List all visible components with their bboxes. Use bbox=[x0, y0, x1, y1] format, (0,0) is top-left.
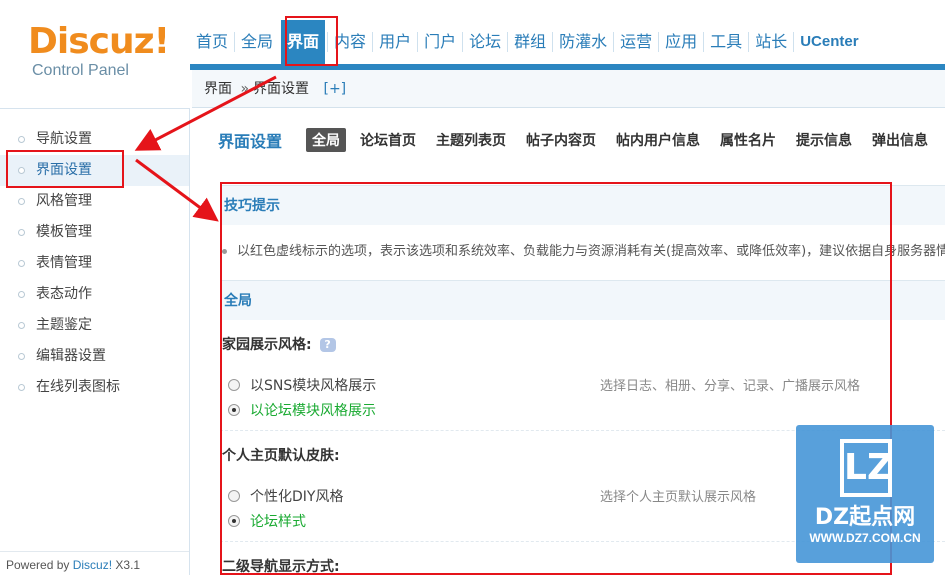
setting-description: 选择个人主页默认展示风格 bbox=[600, 490, 757, 505]
sidebar-item-label: 编辑器设置 bbox=[36, 348, 106, 364]
bullet-icon bbox=[222, 249, 227, 254]
option-sns-style[interactable]: 以SNS模块风格展示 bbox=[228, 375, 376, 395]
bullet-icon bbox=[18, 384, 25, 391]
sidebar-item-editor[interactable]: 编辑器设置 bbox=[0, 341, 189, 372]
nav-operations[interactable]: 运营 bbox=[613, 32, 658, 52]
breadcrumb: 界面 » 界面设置 [+] bbox=[192, 70, 945, 108]
watermark-url: WWW.DZ7.COM.CN bbox=[809, 531, 921, 545]
watermark-name: DZ起点网 bbox=[814, 505, 916, 530]
tab-popup-info[interactable]: 弹出信息 bbox=[872, 130, 928, 150]
sidebar-item-clicks[interactable]: 表态动作 bbox=[0, 279, 189, 310]
option-label: 以论坛模块风格展示 bbox=[250, 403, 376, 419]
tips-header: 技巧提示 bbox=[220, 185, 945, 225]
nav-webmaster[interactable]: 站长 bbox=[748, 32, 793, 52]
breadcrumb-current: 界面设置 bbox=[253, 81, 310, 97]
setting-label: 个人主页默认皮肤: bbox=[222, 448, 340, 464]
section-header-global: 全局 bbox=[220, 280, 945, 320]
nav-content[interactable]: 内容 bbox=[327, 32, 372, 52]
nav-ucenter[interactable]: UCenter bbox=[793, 32, 864, 52]
breadcrumb-parent[interactable]: 界面 bbox=[204, 81, 232, 97]
bullet-icon bbox=[18, 322, 25, 329]
option-label: 以SNS模块风格展示 bbox=[250, 378, 377, 394]
nav-forum[interactable]: 论坛 bbox=[462, 32, 507, 52]
sidebar: 导航设置 界面设置 风格管理 模板管理 表情管理 表态动作 主题鉴定 编辑器设置… bbox=[0, 108, 190, 575]
option-diy-style[interactable]: 个性化DIY风格 bbox=[228, 486, 343, 506]
setting-title-subnav-display: 二级导航显示方式: bbox=[222, 556, 340, 575]
sidebar-item-interface-settings[interactable]: 界面设置 bbox=[0, 155, 189, 186]
sidebar-item-styles[interactable]: 风格管理 bbox=[0, 186, 189, 217]
sidebar-item-templates[interactable]: 模板管理 bbox=[0, 217, 189, 248]
logo-subtitle: Control Panel bbox=[32, 62, 129, 79]
radio-button-selected[interactable] bbox=[228, 515, 240, 527]
radio-button-selected[interactable] bbox=[228, 404, 240, 416]
breadcrumb-separator: » bbox=[240, 81, 250, 97]
powered-by: Powered by Discuz! X3.1 bbox=[0, 551, 189, 575]
page-title: 界面设置 bbox=[218, 132, 283, 151]
bullet-icon bbox=[18, 229, 25, 236]
nav-portal[interactable]: 门户 bbox=[417, 32, 462, 52]
sidebar-item-label: 表态动作 bbox=[36, 286, 92, 302]
setting-description: 选择日志、相册、分享、记录、广播展示风格 bbox=[600, 379, 861, 394]
tab-post-content[interactable]: 帖子内容页 bbox=[526, 130, 596, 150]
option-forum-skin[interactable]: 论坛样式 bbox=[228, 511, 306, 531]
bullet-icon bbox=[18, 198, 25, 205]
setting-title-default-skin: 个人主页默认皮肤: bbox=[222, 445, 340, 465]
sidebar-item-online-list[interactable]: 在线列表图标 bbox=[0, 372, 189, 403]
section-header-label: 全局 bbox=[224, 293, 252, 309]
nav-groups[interactable]: 群组 bbox=[507, 32, 552, 52]
sidebar-item-label: 模板管理 bbox=[36, 224, 92, 240]
discuz-link[interactable]: Discuz! bbox=[73, 558, 112, 572]
sidebar-item-label: 在线列表图标 bbox=[36, 379, 120, 395]
sidebar-item-label: 界面设置 bbox=[36, 162, 92, 178]
sidebar-item-label: 导航设置 bbox=[36, 131, 92, 147]
option-label: 个性化DIY风格 bbox=[250, 489, 344, 505]
tips-header-label: 技巧提示 bbox=[224, 198, 280, 214]
sidebar-item-label: 主题鉴定 bbox=[36, 317, 92, 333]
tab-prompt-info[interactable]: 提示信息 bbox=[796, 130, 852, 150]
setting-title-home-style: 家园展示风格:? bbox=[222, 334, 336, 354]
watermark-logo: LZ DZ起点网 WWW.DZ7.COM.CN bbox=[796, 425, 934, 563]
sidebar-item-label: 风格管理 bbox=[36, 193, 92, 209]
nav-global[interactable]: 全局 bbox=[234, 32, 279, 52]
logo-brand: Discuz! bbox=[28, 21, 170, 62]
bullet-icon bbox=[18, 260, 25, 267]
tab-thread-list[interactable]: 主题列表页 bbox=[436, 130, 506, 150]
logo[interactable]: Discuz! Control Panel bbox=[28, 21, 170, 80]
powered-by-prefix: Powered by bbox=[6, 558, 70, 572]
sidebar-item-navigation[interactable]: 导航设置 bbox=[0, 124, 189, 155]
radio-button[interactable] bbox=[228, 379, 240, 391]
sidebar-item-label: 表情管理 bbox=[36, 255, 92, 271]
header: Discuz! Control Panel 首页 全局 界面 内容 用户 门户 … bbox=[0, 0, 945, 108]
nav-home[interactable]: 首页 bbox=[190, 32, 234, 52]
option-label: 论坛样式 bbox=[250, 514, 306, 530]
sub-tabs: 界面设置 全局 论坛首页 主题列表页 帖子内容页 帖内用户信息 属性名片 提示信… bbox=[218, 128, 945, 152]
sidebar-item-smilies[interactable]: 表情管理 bbox=[0, 248, 189, 279]
tip-text-content: 以红色虚线标示的选项，表示该选项和系统效率、负载能力与资源消耗有关(提高效率、或… bbox=[237, 244, 945, 259]
top-navigation: 首页 全局 界面 内容 用户 门户 论坛 群组 防灌水 运营 应用 工具 站长 … bbox=[190, 18, 945, 66]
sidebar-item-thread-stamps[interactable]: 主题鉴定 bbox=[0, 310, 189, 341]
option-forum-style[interactable]: 以论坛模块风格展示 bbox=[228, 400, 376, 420]
setting-label: 二级导航显示方式: bbox=[222, 559, 340, 575]
tip-text: 以红色虚线标示的选项，表示该选项和系统效率、负载能力与资源消耗有关(提高效率、或… bbox=[222, 240, 945, 259]
version-label: X3.1 bbox=[115, 558, 141, 572]
tab-global[interactable]: 全局 bbox=[306, 128, 347, 152]
nav-anti-spam[interactable]: 防灌水 bbox=[552, 32, 613, 52]
nav-tools[interactable]: 工具 bbox=[703, 32, 748, 52]
nav-interface[interactable]: 界面 bbox=[281, 20, 326, 64]
radio-button[interactable] bbox=[228, 490, 240, 502]
help-icon[interactable]: ? bbox=[319, 338, 336, 352]
nav-users[interactable]: 用户 bbox=[372, 32, 417, 52]
add-shortcut-button[interactable]: [+] bbox=[313, 81, 346, 97]
tab-post-user-info[interactable]: 帖内用户信息 bbox=[616, 130, 700, 150]
tab-forum-index[interactable]: 论坛首页 bbox=[360, 130, 416, 150]
watermark-icon: LZ bbox=[840, 439, 893, 497]
bullet-icon bbox=[18, 136, 25, 143]
nav-apps[interactable]: 应用 bbox=[658, 32, 703, 52]
tab-profile-card[interactable]: 属性名片 bbox=[720, 130, 776, 150]
bullet-icon bbox=[18, 167, 25, 174]
bullet-icon bbox=[18, 353, 25, 360]
bullet-icon bbox=[18, 291, 25, 298]
setting-label: 家园展示风格: bbox=[222, 337, 312, 353]
